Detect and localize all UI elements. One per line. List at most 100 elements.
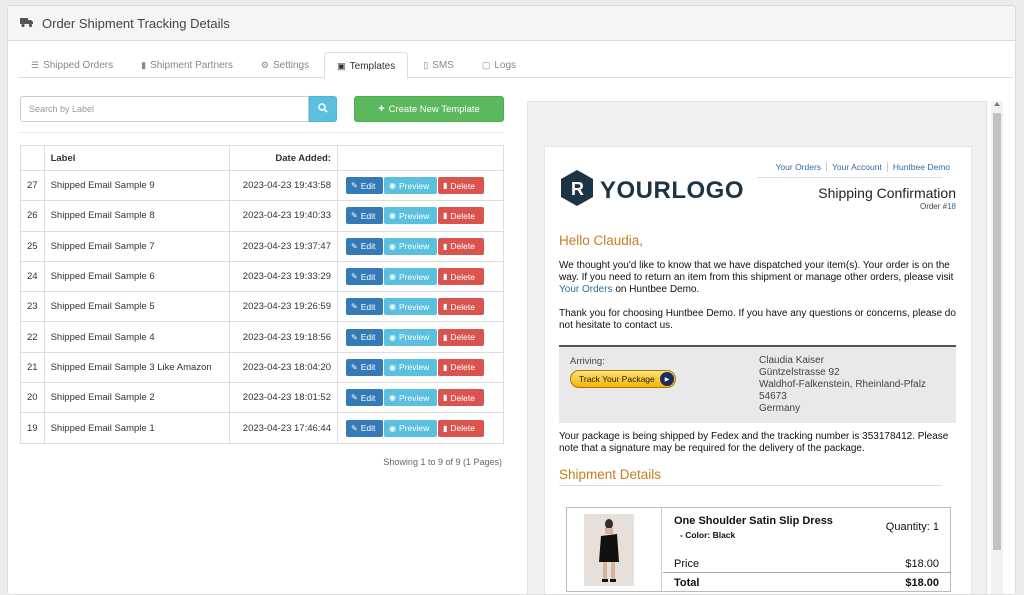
preview-button[interactable]: ◉ Preview <box>384 358 437 376</box>
tab-bar: ☰ Shipped Orders ▮ Shipment Partners ⚙ S… <box>18 52 1013 79</box>
divider <box>20 132 504 133</box>
delete-button[interactable]: ▮ Delete <box>438 177 484 195</box>
eye-icon: ◉ <box>389 181 396 191</box>
edit-button[interactable]: ✎ Edit <box>346 177 383 195</box>
play-arrow-icon: ▶ <box>660 372 674 386</box>
preview-scrollbar[interactable] <box>991 101 1003 594</box>
eye-icon: ◉ <box>389 423 396 433</box>
eye-icon: ◉ <box>389 302 396 312</box>
order-prefix: Order # <box>919 202 948 211</box>
row-date: 2023-04-23 17:46:44 <box>229 412 338 444</box>
row-actions: ✎ Edit ◉ Preview ▮ Delete <box>337 382 504 414</box>
list-icon: ☰ <box>31 60 40 70</box>
tab-shipment-partners[interactable]: ▮ Shipment Partners <box>128 52 246 78</box>
link-store[interactable]: Huntbee Demo <box>886 162 955 172</box>
delete-button[interactable]: ▮ Delete <box>438 268 484 286</box>
delete-label: Delete <box>450 392 475 403</box>
delete-label: Delete <box>450 423 475 434</box>
details-divider <box>559 485 942 486</box>
scroll-thumb[interactable] <box>993 113 1001 550</box>
greeting: Hello Claudia, <box>559 233 644 248</box>
edit-button[interactable]: ✎ Edit <box>346 268 383 286</box>
preview-button[interactable]: ◉ Preview <box>384 237 437 255</box>
table-row: 26 Shipped Email Sample 8 2023-04-23 19:40… <box>20 200 504 232</box>
tab-sms[interactable]: ▯ SMS <box>410 52 467 78</box>
file-icon: ▢ <box>481 60 491 70</box>
edit-label: Edit <box>360 241 376 252</box>
delete-button[interactable]: ▮ Delete <box>438 358 484 376</box>
link-your-orders[interactable]: Your Orders <box>771 162 827 172</box>
tab-settings[interactable]: ⚙ Settings <box>248 52 322 78</box>
address-line: Claudia Kaiser <box>759 355 825 366</box>
delete-button[interactable]: ▮ Delete <box>438 207 484 225</box>
scroll-up-arrow-icon[interactable] <box>994 102 1000 106</box>
address-line: Güntzelstrasse 92 <box>759 367 840 378</box>
search-input[interactable] <box>20 96 309 122</box>
delete-label: Delete <box>450 362 475 373</box>
row-actions: ✎ Edit ◉ Preview ▮ Delete <box>337 230 504 262</box>
preview-label: Preview <box>398 271 430 282</box>
logo-text: YOURLOGO <box>600 176 745 204</box>
order-number-link[interactable]: 18 <box>947 202 956 211</box>
create-template-button[interactable]: + Create New Template <box>354 96 504 122</box>
edit-button[interactable]: ✎ Edit <box>346 419 383 437</box>
total-label: Total <box>674 577 700 589</box>
row-date: 2023-04-23 19:26:59 <box>229 291 338 323</box>
edit-button[interactable]: ✎ Edit <box>346 328 383 346</box>
row-actions: ✎ Edit ◉ Preview ▮ Delete <box>337 412 504 444</box>
table-row: 27 Shipped Email Sample 9 2023-04-23 19:43… <box>20 169 504 202</box>
row-id: 26 <box>20 200 45 232</box>
your-orders-link[interactable]: Your Orders <box>559 284 613 295</box>
edit-button[interactable]: ✎ Edit <box>346 389 383 407</box>
tab-logs[interactable]: ▢ Logs <box>469 52 529 78</box>
preview-button[interactable]: ◉ Preview <box>384 298 437 316</box>
preview-button[interactable]: ◉ Preview <box>384 177 437 195</box>
shipping-address: Claudia Kaiser Güntzelstrasse 92 Waldhof… <box>759 355 926 415</box>
preview-label: Preview <box>398 180 430 191</box>
arrival-box: Arriving: Track Your Package ▶ Claudia K… <box>559 345 956 423</box>
create-template-label: Create New Template <box>388 103 480 115</box>
edit-label: Edit <box>360 423 376 434</box>
search-button[interactable] <box>309 96 337 122</box>
delete-button[interactable]: ▮ Delete <box>438 298 484 316</box>
col-actions-header <box>337 145 504 171</box>
row-label: Shipped Email Sample 2 <box>43 382 231 414</box>
col-date-header: Date Added: <box>229 145 338 171</box>
row-id: 25 <box>20 230 45 262</box>
delete-label: Delete <box>450 271 475 282</box>
edit-button[interactable]: ✎ Edit <box>346 237 383 255</box>
product-image-cell <box>567 508 662 591</box>
edit-button[interactable]: ✎ Edit <box>346 207 383 225</box>
preview-button[interactable]: ◉ Preview <box>384 328 437 346</box>
preview-button[interactable]: ◉ Preview <box>384 389 437 407</box>
edit-button[interactable]: ✎ Edit <box>346 358 383 376</box>
product-option: - Color: Black <box>680 530 736 540</box>
preview-button[interactable]: ◉ Preview <box>384 419 437 437</box>
tab-templates[interactable]: ▣ Templates <box>324 52 409 79</box>
row-id: 20 <box>20 382 45 414</box>
row-label: Shipped Email Sample 6 <box>43 260 231 293</box>
product-quantity: Quantity: 1 <box>885 521 939 533</box>
delete-button[interactable]: ▮ Delete <box>438 389 484 407</box>
eye-icon: ◉ <box>389 362 396 372</box>
delete-label: Delete <box>450 301 475 312</box>
trash-icon: ▮ <box>443 393 448 403</box>
truck-icon: ▮ <box>141 60 147 70</box>
trash-icon: ▮ <box>443 302 448 312</box>
delete-button[interactable]: ▮ Delete <box>438 419 484 437</box>
eye-icon: ◉ <box>389 211 396 221</box>
link-your-account[interactable]: Your Account <box>826 162 887 172</box>
product-image <box>584 514 634 586</box>
preview-button[interactable]: ◉ Preview <box>384 268 437 286</box>
preview-button[interactable]: ◉ Preview <box>384 207 437 225</box>
track-package-button[interactable]: Track Your Package ▶ <box>570 370 676 388</box>
templates-table: Label Date Added: 27 Shipped Email Sample… <box>20 145 504 444</box>
email-top-links: Your Orders Your Account Huntbee Demo <box>771 162 955 172</box>
row-date: 2023-04-23 18:04:20 <box>229 351 338 384</box>
pencil-icon: ✎ <box>351 272 358 282</box>
tab-shipped-orders[interactable]: ☰ Shipped Orders <box>18 52 126 78</box>
edit-button[interactable]: ✎ Edit <box>346 298 383 316</box>
truck-icon <box>20 16 34 31</box>
delete-button[interactable]: ▮ Delete <box>438 328 484 346</box>
delete-button[interactable]: ▮ Delete <box>438 237 484 255</box>
